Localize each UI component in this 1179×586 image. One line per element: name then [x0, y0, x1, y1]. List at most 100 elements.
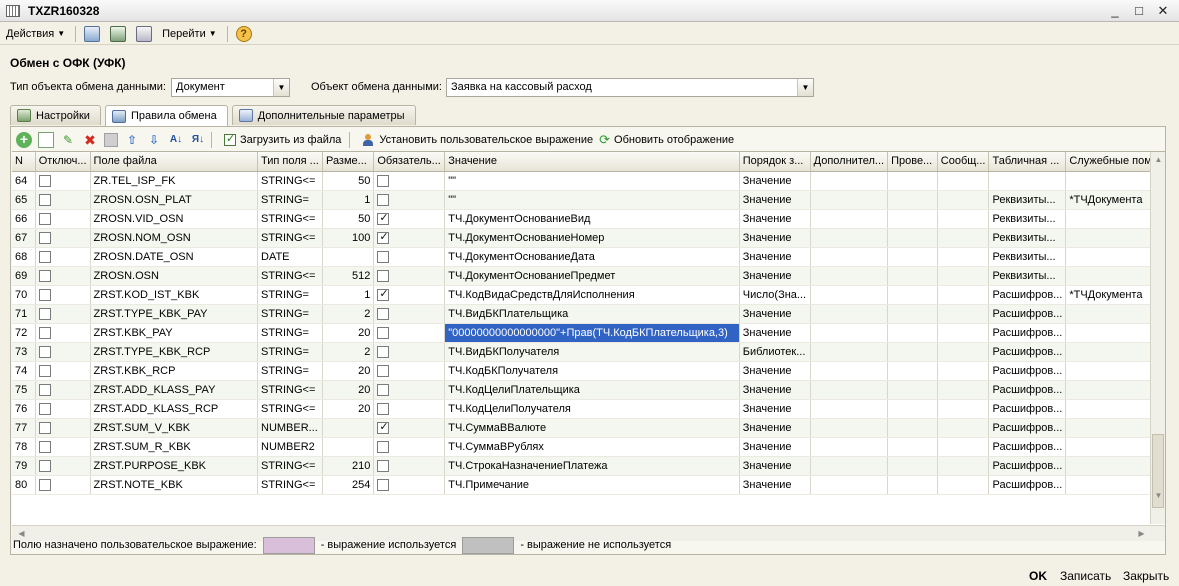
cell-value[interactable]: ТЧ.Примечание: [444, 475, 740, 495]
checkbox[interactable]: [38, 326, 51, 339]
cell-add[interactable]: [810, 247, 889, 267]
object-type-select[interactable]: Документ ▼: [171, 78, 290, 97]
cell-field[interactable]: ZROSN.NOM_OSN: [90, 228, 259, 248]
required-checkbox-cell[interactable]: [373, 342, 446, 362]
move-up-icon[interactable]: ⇧: [124, 132, 140, 148]
cell-check[interactable]: [887, 228, 938, 248]
cell-msg[interactable]: [937, 285, 990, 305]
checkbox[interactable]: [38, 402, 51, 415]
cell-field[interactable]: ZRST.KBK_RCP: [90, 361, 259, 381]
required-checkbox-cell[interactable]: [373, 399, 446, 419]
cell-size[interactable]: 254: [322, 475, 375, 495]
cell-order[interactable]: Значение: [739, 323, 811, 343]
table-row[interactable]: 72 ZRST.KBK_PAY STRING= 20 "0000000000000000…: [12, 323, 1165, 343]
cell-msg[interactable]: [937, 190, 990, 210]
cell-order[interactable]: Значение: [739, 456, 811, 476]
table-row[interactable]: 79 ZRST.PURPOSE_KBK STRING<= 210 ТЧ.СтрокаНа…: [12, 456, 1165, 476]
checkbox[interactable]: [377, 345, 390, 358]
required-checkbox-cell[interactable]: [373, 190, 446, 210]
required-checkbox-cell[interactable]: [373, 247, 446, 267]
goto-menu[interactable]: Перейти ▼: [160, 24, 219, 44]
cell-size[interactable]: [322, 247, 375, 267]
cell-msg[interactable]: [937, 475, 990, 495]
checkbox[interactable]: [38, 364, 51, 377]
cell-field[interactable]: ZRST.ADD_KLASS_PAY: [90, 380, 259, 400]
set-expression-button[interactable]: Установить пользовательское выражение: [362, 133, 593, 147]
cell-type[interactable]: STRING<=: [257, 171, 323, 191]
cell-field[interactable]: ZRST.NOTE_KBK: [90, 475, 259, 495]
cell-table[interactable]: Расшифров...: [988, 437, 1067, 457]
cell-check[interactable]: [887, 380, 938, 400]
cell-size[interactable]: 1: [322, 190, 375, 210]
save-button[interactable]: Записать: [1060, 569, 1111, 583]
cell-size[interactable]: 210: [322, 456, 375, 476]
checkbox[interactable]: [38, 478, 51, 491]
cell-n[interactable]: 66: [12, 209, 36, 229]
checkbox[interactable]: [377, 287, 390, 301]
column-header[interactable]: N: [12, 152, 36, 172]
checkbox[interactable]: [38, 383, 51, 396]
cell-n[interactable]: 76: [12, 399, 36, 419]
cell-type[interactable]: STRING=: [257, 361, 323, 381]
cell-check[interactable]: [887, 209, 938, 229]
required-checkbox-cell[interactable]: [373, 209, 446, 229]
checkbox[interactable]: [38, 231, 51, 244]
cell-order[interactable]: Значение: [739, 475, 811, 495]
cell-size[interactable]: 20: [322, 361, 375, 381]
cell-order[interactable]: Значение: [739, 190, 811, 210]
cell-check[interactable]: [887, 475, 938, 495]
disabled-checkbox-cell[interactable]: [35, 380, 91, 400]
cell-value[interactable]: ТЧ.СуммаВВалюте: [444, 418, 740, 438]
cell-value[interactable]: ТЧ.СуммаВРублях: [444, 437, 740, 457]
close-window-button[interactable]: ✕: [1151, 2, 1175, 20]
checkbox[interactable]: [38, 212, 51, 225]
chevron-down-icon[interactable]: ▼: [273, 79, 289, 96]
cell-n[interactable]: 77: [12, 418, 36, 438]
cell-field[interactable]: ZRST.PURPOSE_KBK: [90, 456, 259, 476]
column-header[interactable]: Разме...: [322, 152, 375, 172]
checkbox[interactable]: [377, 211, 390, 225]
cell-table[interactable]: Расшифров...: [988, 323, 1067, 343]
cell-add[interactable]: [810, 399, 889, 419]
cell-type[interactable]: STRING<=: [257, 456, 323, 476]
tab-exchange-rules[interactable]: Правила обмена: [104, 105, 228, 126]
column-header[interactable]: Табличная ...: [988, 152, 1067, 172]
copy-row-icon[interactable]: [38, 132, 54, 148]
cell-n[interactable]: 73: [12, 342, 36, 362]
select-button[interactable]: [82, 24, 102, 44]
cell-table[interactable]: Реквизиты...: [988, 266, 1067, 286]
cell-check[interactable]: [887, 190, 938, 210]
cell-check[interactable]: [887, 171, 938, 191]
cell-n[interactable]: 68: [12, 247, 36, 267]
cell-msg[interactable]: [937, 380, 990, 400]
column-header[interactable]: Значение: [444, 152, 740, 172]
column-header[interactable]: Отключ...: [35, 152, 91, 172]
cell-n[interactable]: 64: [12, 171, 36, 191]
cell-order[interactable]: Значение: [739, 209, 811, 229]
table-row[interactable]: 65 ZROSN.OSN_PLAT STRING= 1 "" Значение Реквиз…: [12, 190, 1165, 210]
disabled-checkbox-cell[interactable]: [35, 247, 91, 267]
column-header[interactable]: Поле файла: [90, 152, 259, 172]
tab-additional-params[interactable]: Дополнительные параметры: [231, 105, 416, 125]
disabled-checkbox-cell[interactable]: [35, 266, 91, 286]
cell-msg[interactable]: [937, 209, 990, 229]
cell-add[interactable]: [810, 456, 889, 476]
disabled-checkbox-cell[interactable]: [35, 171, 91, 191]
cell-type[interactable]: STRING=: [257, 285, 323, 305]
table-row[interactable]: 68 ZROSN.DATE_OSN DATE ТЧ.ДокументОснование…: [12, 247, 1165, 267]
checkbox[interactable]: [377, 440, 390, 453]
disabled-checkbox-cell[interactable]: [35, 342, 91, 362]
checkbox[interactable]: [38, 345, 51, 358]
cell-order[interactable]: Значение: [739, 361, 811, 381]
cell-order[interactable]: Значение: [739, 171, 811, 191]
table-row[interactable]: 64 ZR.TEL_ISP_FK STRING<= 50 "" Значение: [12, 171, 1165, 191]
checkbox[interactable]: [377, 459, 390, 472]
cell-order[interactable]: Значение: [739, 380, 811, 400]
cell-table[interactable]: Расшифров...: [988, 418, 1067, 438]
cell-n[interactable]: 78: [12, 437, 36, 457]
cell-table[interactable]: Расшифров...: [988, 399, 1067, 419]
cell-table[interactable]: Расшифров...: [988, 380, 1067, 400]
cell-value[interactable]: ТЧ.ДокументОснованиеНомер: [444, 228, 740, 248]
cell-table[interactable]: Расшифров...: [988, 342, 1067, 362]
cell-value[interactable]: "00000000000000000"+Прав(ТЧ.КодБКПлатель…: [444, 323, 740, 343]
